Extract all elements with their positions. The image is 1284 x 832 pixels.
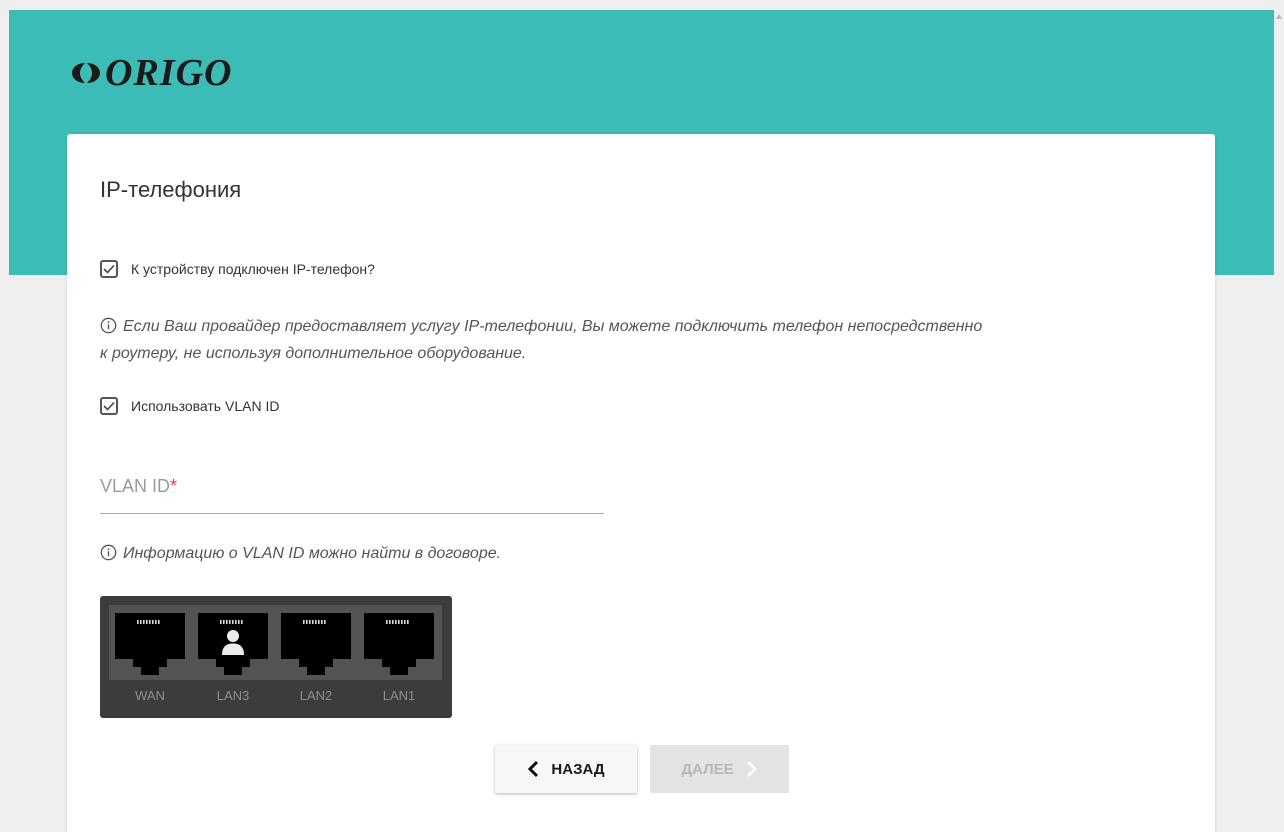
port-label-lan1: LAN1 [382,688,416,703]
info-icon [100,317,117,334]
chevron-right-icon [746,760,757,778]
vlan-checkbox-label: Использовать VLAN ID [131,398,280,414]
ip-phone-checkbox[interactable] [100,260,118,278]
scroll-up-arrow[interactable] [1276,14,1282,19]
vlan-info-text: Информацию о VLAN ID можно найти в догов… [123,545,502,562]
wizard-card: IP-телефония К устройству подключен IP-т… [67,134,1215,832]
info-icon [100,544,117,561]
port-wan[interactable] [115,613,185,675]
vlan-checkbox[interactable] [100,397,118,415]
vlan-info: Информацию о VLAN ID можно найти в догов… [100,540,501,567]
vlan-checkbox-row[interactable]: Использовать VLAN ID [100,397,279,415]
back-button[interactable]: НАЗАД [495,745,637,793]
page-title: IP-телефония [100,177,242,202]
brand-logo: ORIGO [69,50,232,96]
ip-phone-info: Если Ваш провайдер предоставляет услугу … [100,313,982,367]
next-button[interactable]: ДАЛЕЕ [650,745,789,793]
port-lan2[interactable] [281,613,351,675]
ports-inner [109,605,442,680]
router-ports-panel: WAN LAN3 LAN2 LAN1 [100,596,452,718]
ip-phone-checkbox-label: К устройству подключен IP-телефон? [131,261,375,277]
port-label-lan2: LAN2 [299,688,333,703]
origo-logo-icon [72,63,100,83]
checkmark-icon [103,264,115,274]
vlan-id-input[interactable] [100,471,604,501]
ip-phone-info-line2: к роутеру, не используя дополнительное о… [100,345,527,362]
ip-phone-checkbox-row[interactable]: К устройству подключен IP-телефон? [100,260,375,278]
port-label-lan3: LAN3 [216,688,250,703]
port-lan1[interactable] [364,613,434,675]
vlan-id-field[interactable]: VLAN ID* [100,461,604,514]
chevron-left-icon [528,760,539,778]
ip-phone-info-line1: Если Ваш провайдер предоставляет услугу … [123,318,983,335]
checkmark-icon [103,401,115,411]
port-label-wan: WAN [135,688,165,703]
back-button-label: НАЗАД [551,760,605,778]
next-button-label: ДАЛЕЕ [681,760,734,778]
brand-name: ORIGO [105,52,233,94]
page: ORIGO IP-телефония К устройству подключе… [0,0,1284,832]
port-lan3[interactable] [198,613,268,675]
